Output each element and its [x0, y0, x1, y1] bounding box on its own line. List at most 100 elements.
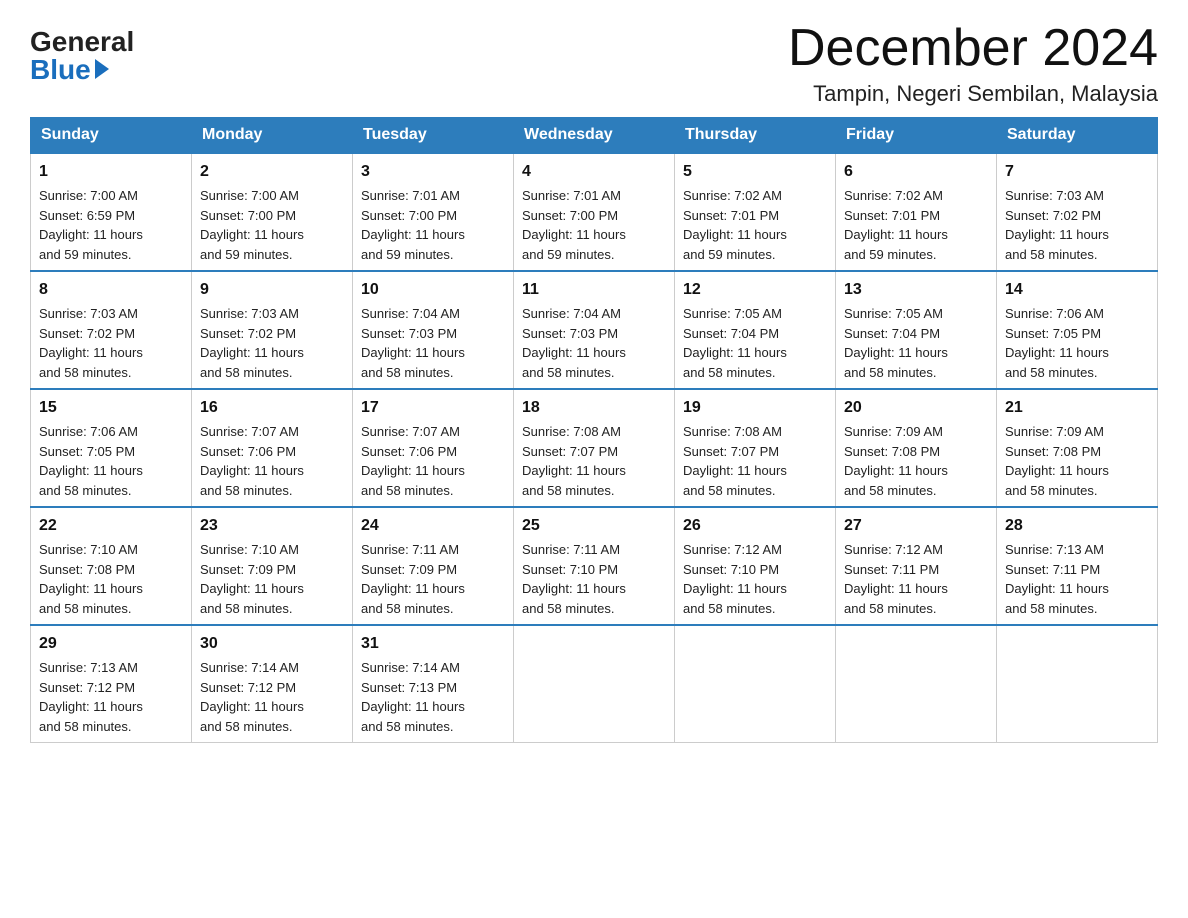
day-info: Sunrise: 7:09 AMSunset: 7:08 PMDaylight:…	[844, 422, 988, 500]
calendar-header-sunday: Sunday	[31, 118, 192, 154]
day-number: 7	[1005, 160, 1149, 184]
day-number: 9	[200, 278, 344, 302]
logo-general-text: General	[30, 28, 134, 56]
day-info: Sunrise: 7:04 AMSunset: 7:03 PMDaylight:…	[361, 304, 505, 382]
day-info: Sunrise: 7:06 AMSunset: 7:05 PMDaylight:…	[39, 422, 183, 500]
day-info: Sunrise: 7:08 AMSunset: 7:07 PMDaylight:…	[683, 422, 827, 500]
day-number: 10	[361, 278, 505, 302]
calendar-cell: 22Sunrise: 7:10 AMSunset: 7:08 PMDayligh…	[31, 507, 192, 625]
calendar-header-tuesday: Tuesday	[353, 118, 514, 154]
day-info: Sunrise: 7:14 AMSunset: 7:12 PMDaylight:…	[200, 658, 344, 736]
day-info: Sunrise: 7:12 AMSunset: 7:10 PMDaylight:…	[683, 540, 827, 618]
day-info: Sunrise: 7:11 AMSunset: 7:10 PMDaylight:…	[522, 540, 666, 618]
day-info: Sunrise: 7:01 AMSunset: 7:00 PMDaylight:…	[361, 186, 505, 264]
day-number: 24	[361, 514, 505, 538]
day-info: Sunrise: 7:10 AMSunset: 7:09 PMDaylight:…	[200, 540, 344, 618]
day-info: Sunrise: 7:10 AMSunset: 7:08 PMDaylight:…	[39, 540, 183, 618]
day-number: 12	[683, 278, 827, 302]
calendar-cell	[997, 625, 1158, 743]
calendar-header-wednesday: Wednesday	[514, 118, 675, 154]
day-info: Sunrise: 7:11 AMSunset: 7:09 PMDaylight:…	[361, 540, 505, 618]
calendar-cell: 16Sunrise: 7:07 AMSunset: 7:06 PMDayligh…	[192, 389, 353, 507]
day-number: 16	[200, 396, 344, 420]
day-number: 18	[522, 396, 666, 420]
calendar-cell: 18Sunrise: 7:08 AMSunset: 7:07 PMDayligh…	[514, 389, 675, 507]
title-section: December 2024 Tampin, Negeri Sembilan, M…	[788, 20, 1158, 107]
calendar-cell: 27Sunrise: 7:12 AMSunset: 7:11 PMDayligh…	[836, 507, 997, 625]
day-number: 20	[844, 396, 988, 420]
calendar-cell: 7Sunrise: 7:03 AMSunset: 7:02 PMDaylight…	[997, 153, 1158, 271]
day-number: 6	[844, 160, 988, 184]
calendar-header-saturday: Saturday	[997, 118, 1158, 154]
page-header: General Blue December 2024 Tampin, Neger…	[30, 20, 1158, 107]
day-number: 8	[39, 278, 183, 302]
location-subtitle: Tampin, Negeri Sembilan, Malaysia	[788, 81, 1158, 107]
day-info: Sunrise: 7:05 AMSunset: 7:04 PMDaylight:…	[683, 304, 827, 382]
day-number: 15	[39, 396, 183, 420]
logo-arrow-icon	[95, 59, 109, 79]
calendar-header-monday: Monday	[192, 118, 353, 154]
day-number: 28	[1005, 514, 1149, 538]
calendar-cell: 28Sunrise: 7:13 AMSunset: 7:11 PMDayligh…	[997, 507, 1158, 625]
calendar-cell: 17Sunrise: 7:07 AMSunset: 7:06 PMDayligh…	[353, 389, 514, 507]
calendar-cell: 29Sunrise: 7:13 AMSunset: 7:12 PMDayligh…	[31, 625, 192, 743]
calendar-header-row: SundayMondayTuesdayWednesdayThursdayFrid…	[31, 118, 1158, 154]
day-number: 1	[39, 160, 183, 184]
calendar-cell: 6Sunrise: 7:02 AMSunset: 7:01 PMDaylight…	[836, 153, 997, 271]
calendar-cell: 10Sunrise: 7:04 AMSunset: 7:03 PMDayligh…	[353, 271, 514, 389]
day-info: Sunrise: 7:03 AMSunset: 7:02 PMDaylight:…	[200, 304, 344, 382]
day-number: 31	[361, 632, 505, 656]
calendar-cell: 31Sunrise: 7:14 AMSunset: 7:13 PMDayligh…	[353, 625, 514, 743]
day-number: 26	[683, 514, 827, 538]
calendar-cell: 25Sunrise: 7:11 AMSunset: 7:10 PMDayligh…	[514, 507, 675, 625]
day-info: Sunrise: 7:14 AMSunset: 7:13 PMDaylight:…	[361, 658, 505, 736]
day-info: Sunrise: 7:07 AMSunset: 7:06 PMDaylight:…	[361, 422, 505, 500]
day-number: 11	[522, 278, 666, 302]
day-number: 19	[683, 396, 827, 420]
calendar-cell: 11Sunrise: 7:04 AMSunset: 7:03 PMDayligh…	[514, 271, 675, 389]
day-info: Sunrise: 7:02 AMSunset: 7:01 PMDaylight:…	[683, 186, 827, 264]
day-number: 14	[1005, 278, 1149, 302]
calendar-cell: 8Sunrise: 7:03 AMSunset: 7:02 PMDaylight…	[31, 271, 192, 389]
day-number: 25	[522, 514, 666, 538]
day-info: Sunrise: 7:12 AMSunset: 7:11 PMDaylight:…	[844, 540, 988, 618]
day-info: Sunrise: 7:07 AMSunset: 7:06 PMDaylight:…	[200, 422, 344, 500]
day-number: 22	[39, 514, 183, 538]
calendar-header-friday: Friday	[836, 118, 997, 154]
day-info: Sunrise: 7:01 AMSunset: 7:00 PMDaylight:…	[522, 186, 666, 264]
day-number: 5	[683, 160, 827, 184]
calendar-cell: 19Sunrise: 7:08 AMSunset: 7:07 PMDayligh…	[675, 389, 836, 507]
day-number: 23	[200, 514, 344, 538]
calendar-header-thursday: Thursday	[675, 118, 836, 154]
day-number: 2	[200, 160, 344, 184]
calendar-cell: 15Sunrise: 7:06 AMSunset: 7:05 PMDayligh…	[31, 389, 192, 507]
calendar-table: SundayMondayTuesdayWednesdayThursdayFrid…	[30, 117, 1158, 743]
day-number: 30	[200, 632, 344, 656]
logo-blue-text: Blue	[30, 56, 109, 84]
calendar-cell: 20Sunrise: 7:09 AMSunset: 7:08 PMDayligh…	[836, 389, 997, 507]
calendar-cell: 12Sunrise: 7:05 AMSunset: 7:04 PMDayligh…	[675, 271, 836, 389]
day-number: 3	[361, 160, 505, 184]
day-number: 4	[522, 160, 666, 184]
calendar-cell: 4Sunrise: 7:01 AMSunset: 7:00 PMDaylight…	[514, 153, 675, 271]
calendar-cell: 26Sunrise: 7:12 AMSunset: 7:10 PMDayligh…	[675, 507, 836, 625]
calendar-cell: 2Sunrise: 7:00 AMSunset: 7:00 PMDaylight…	[192, 153, 353, 271]
calendar-week-row-5: 29Sunrise: 7:13 AMSunset: 7:12 PMDayligh…	[31, 625, 1158, 743]
calendar-week-row-3: 15Sunrise: 7:06 AMSunset: 7:05 PMDayligh…	[31, 389, 1158, 507]
calendar-cell: 5Sunrise: 7:02 AMSunset: 7:01 PMDaylight…	[675, 153, 836, 271]
calendar-cell	[836, 625, 997, 743]
day-info: Sunrise: 7:00 AMSunset: 7:00 PMDaylight:…	[200, 186, 344, 264]
day-number: 29	[39, 632, 183, 656]
calendar-cell	[675, 625, 836, 743]
month-title: December 2024	[788, 20, 1158, 77]
day-number: 13	[844, 278, 988, 302]
day-number: 17	[361, 396, 505, 420]
day-info: Sunrise: 7:02 AMSunset: 7:01 PMDaylight:…	[844, 186, 988, 264]
day-info: Sunrise: 7:13 AMSunset: 7:12 PMDaylight:…	[39, 658, 183, 736]
calendar-cell: 21Sunrise: 7:09 AMSunset: 7:08 PMDayligh…	[997, 389, 1158, 507]
calendar-cell: 23Sunrise: 7:10 AMSunset: 7:09 PMDayligh…	[192, 507, 353, 625]
calendar-cell: 13Sunrise: 7:05 AMSunset: 7:04 PMDayligh…	[836, 271, 997, 389]
day-info: Sunrise: 7:09 AMSunset: 7:08 PMDaylight:…	[1005, 422, 1149, 500]
calendar-cell: 30Sunrise: 7:14 AMSunset: 7:12 PMDayligh…	[192, 625, 353, 743]
day-info: Sunrise: 7:05 AMSunset: 7:04 PMDaylight:…	[844, 304, 988, 382]
